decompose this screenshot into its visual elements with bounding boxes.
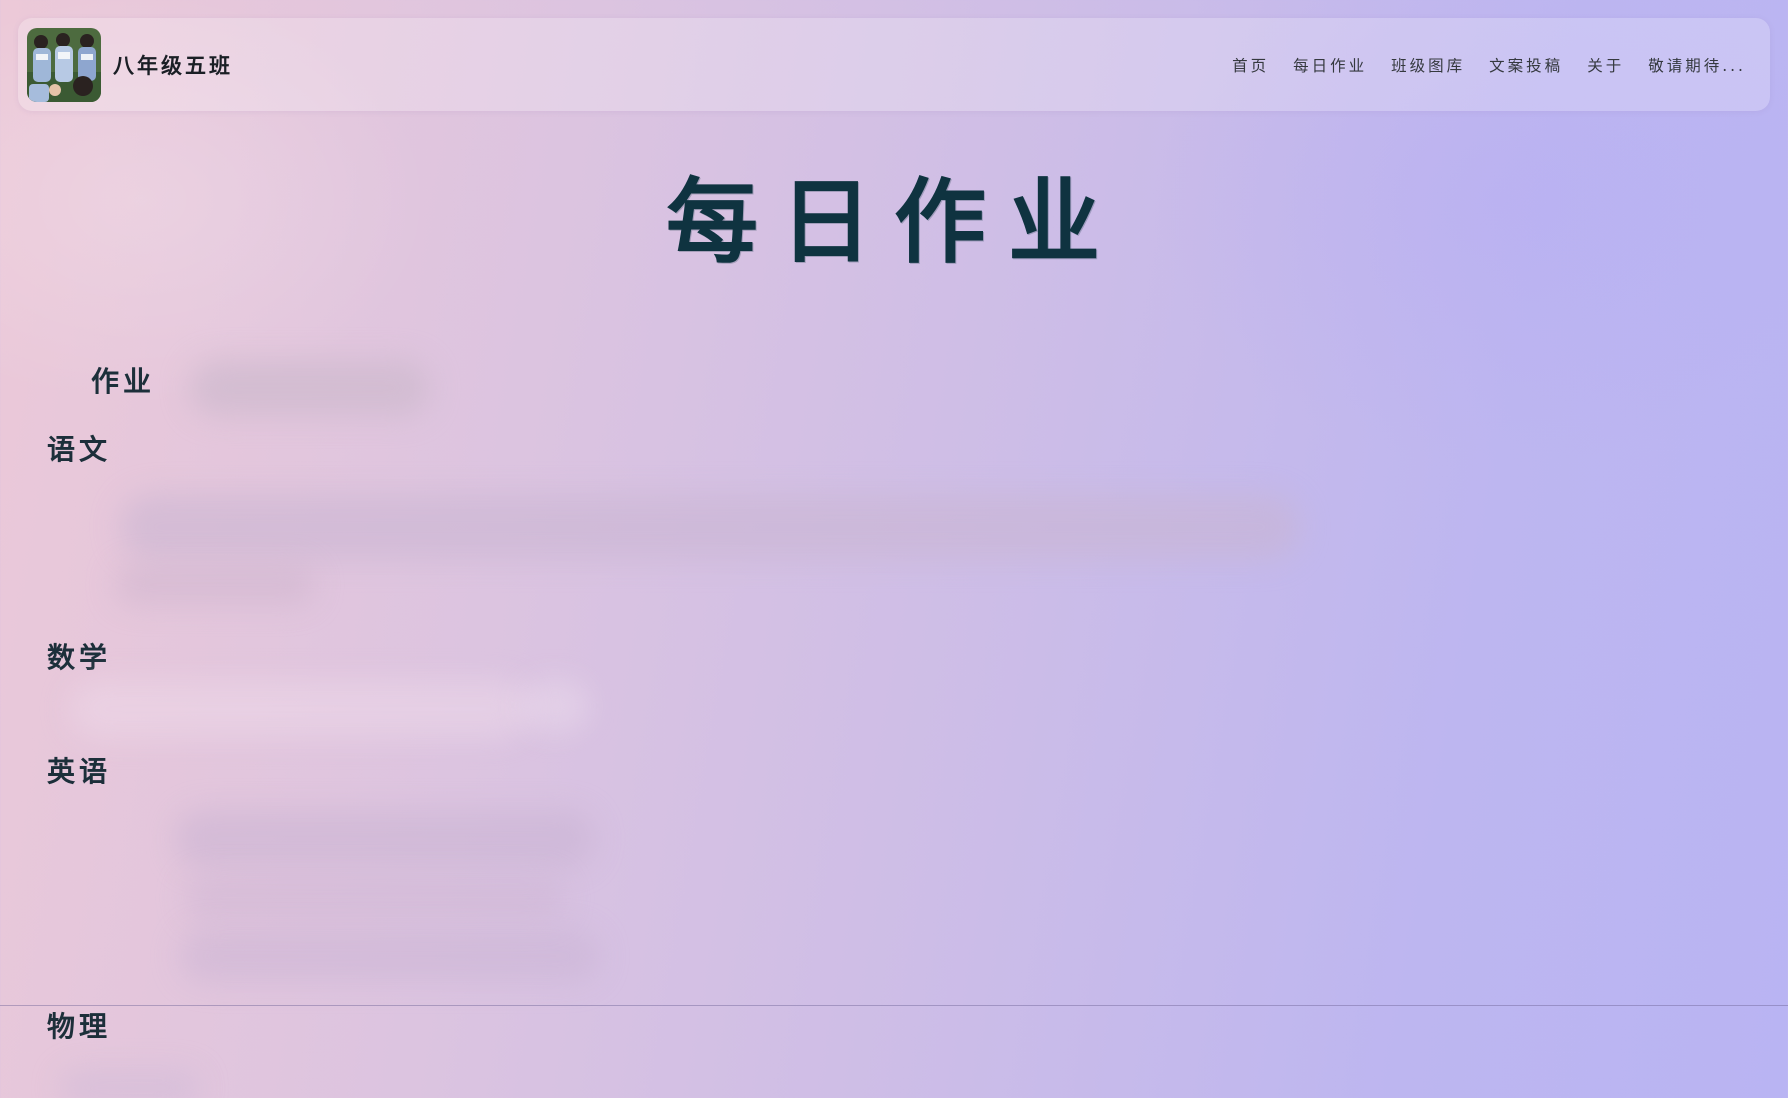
redacted-english-homework-line1 <box>175 810 595 868</box>
subject-chinese-label: 语文 <box>47 433 112 466</box>
top-navbar: 八年级五班 首页 每日作业 班级图库 文案投稿 关于 敬请期待... <box>18 18 1770 111</box>
subject-physics-label: 物理 <box>47 1010 112 1043</box>
redacted-math-homework <box>70 680 530 738</box>
redacted-chinese-homework-line2 <box>115 565 315 605</box>
main-nav: 首页 每日作业 班级图库 文案投稿 关于 敬请期待... <box>1232 54 1746 76</box>
nav-link-coming-soon[interactable]: 敬请期待... <box>1648 54 1746 76</box>
nav-link-class-gallery[interactable]: 班级图库 <box>1391 54 1465 76</box>
redacted-english-homework-line2 <box>185 876 565 920</box>
page-title: 每日作业 <box>665 168 1122 276</box>
nav-link-daily-homework[interactable]: 每日作业 <box>1293 54 1367 76</box>
nav-link-home[interactable]: 首页 <box>1232 54 1269 76</box>
nav-link-about[interactable]: 关于 <box>1587 54 1624 76</box>
redacted-english-homework-line3 <box>180 930 600 982</box>
homework-section-heading: 作业 <box>91 365 156 398</box>
redacted-chinese-homework <box>120 494 1300 560</box>
brand-title[interactable]: 八年级五班 <box>113 50 233 80</box>
redacted-physics-homework <box>60 1070 200 1098</box>
nav-link-copy-submission[interactable]: 文案投稿 <box>1489 54 1563 76</box>
redacted-math-homework-end <box>520 680 590 732</box>
subject-english-label: 英语 <box>47 755 112 788</box>
redacted-heading-block <box>190 360 430 416</box>
subject-math-label: 数学 <box>47 641 112 674</box>
class-photo-logo[interactable] <box>27 27 101 102</box>
content-divider <box>0 1005 1788 1006</box>
